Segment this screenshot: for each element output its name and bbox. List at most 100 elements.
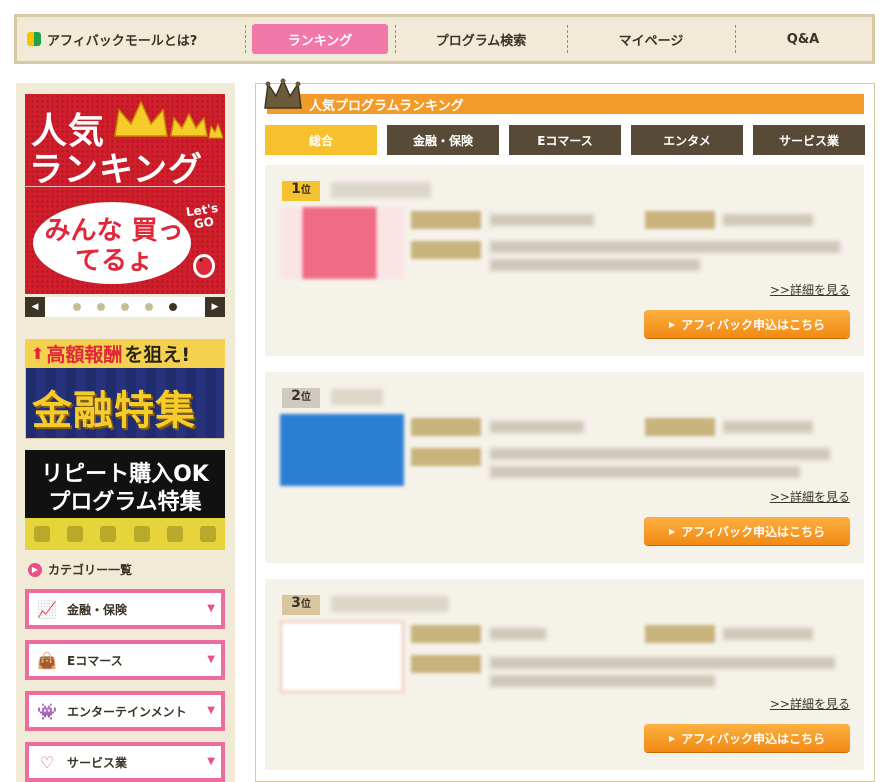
invader-icon: 👾 <box>37 701 57 721</box>
top-nav: アフィバックモールとは? ランキング プログラム検索 マイページ Q&A <box>14 14 875 64</box>
rank-badge: 3位 <box>282 595 320 615</box>
carousel-dot[interactable] <box>145 303 153 311</box>
program-name-blurred <box>331 596 449 612</box>
play-circle-icon: ▶ <box>28 562 42 577</box>
detail-link[interactable]: >>詳細を見る <box>770 281 850 298</box>
kinyu-sub-prefix: 高額報酬 <box>46 343 123 366</box>
info-label <box>411 241 481 259</box>
heart-icon: ♡ <box>39 752 55 772</box>
info-label <box>411 448 481 466</box>
program-name-blurred <box>331 182 431 198</box>
info-value <box>723 214 813 226</box>
nav-about[interactable]: アフィバックモールとは? <box>17 17 245 61</box>
bird-icon <box>193 254 215 278</box>
tab-finance[interactable]: 金融・保険 <box>387 125 499 155</box>
ranking-panel: 人気プログラムランキング 総合 金融・保険 Eコマース エンタメ サービス業 1… <box>255 78 875 782</box>
info-value <box>490 675 715 687</box>
tab-service[interactable]: サービス業 <box>753 125 865 155</box>
category-entertainment[interactable]: 👾 エンターテインメント ▼ <box>25 691 225 731</box>
category-heading-label: カテゴリー一覧 <box>48 563 133 577</box>
info-value <box>490 214 594 226</box>
kinyu-main-title: 金融特集 <box>32 388 196 434</box>
nav-ranking[interactable]: ランキング <box>245 17 395 61</box>
category-label: 金融・保険 <box>67 602 128 617</box>
info-value <box>490 628 546 640</box>
info-label <box>411 625 481 643</box>
nav-qa[interactable]: Q&A <box>735 17 871 61</box>
tab-ecommerce[interactable]: Eコマース <box>509 125 621 155</box>
ranking-card: 2位 >>詳細を見る ▶ アフィバック申込はこちら <box>265 372 864 563</box>
info-value <box>490 448 830 460</box>
rank-unit: 位 <box>300 185 311 196</box>
apply-button-label: アフィバック申込はこちら <box>681 524 825 539</box>
play-icon: ▶ <box>669 319 676 329</box>
rank-unit: 位 <box>300 392 311 403</box>
jar-icon <box>200 526 217 542</box>
repeat-banner-line2: プログラム特集 <box>48 490 202 515</box>
ranking-card: 1位 >>詳細を見る ▶ アフィバック申込はこちら <box>265 165 864 356</box>
ranking-heading-label: 人気プログラムランキング <box>309 98 464 114</box>
program-name-blurred <box>331 389 383 405</box>
product-icons-strip <box>25 518 225 550</box>
play-icon: ▶ <box>669 733 676 743</box>
apply-button-label: アフィバック申込はこちら <box>681 731 825 746</box>
nav-ranking-label: ランキング <box>252 24 388 54</box>
category-finance[interactable]: 📈 金融・保険 ▼ <box>25 589 225 629</box>
carousel-next-icon[interactable]: ▶ <box>205 297 225 317</box>
crown-icon <box>264 78 302 109</box>
carousel-dot[interactable] <box>97 303 105 311</box>
up-arrow-icon: ⬆ <box>31 343 45 363</box>
ranking-banner-line2: ランキング <box>29 150 203 190</box>
detail-link[interactable]: >>詳細を見る <box>770 695 850 712</box>
ranking-card: 3位 >>詳細を見る ▶ アフィバック申込はこちら <box>265 579 864 770</box>
nav-mypage[interactable]: マイページ <box>567 17 735 61</box>
kinyu-sub-suffix: を狙え! <box>124 343 191 366</box>
chevron-down-icon: ▼ <box>207 705 215 716</box>
shopping-bag-icon: 👜 <box>37 650 57 670</box>
carousel-dot[interactable] <box>169 303 177 311</box>
carousel-prev-icon[interactable]: ◀ <box>25 297 45 317</box>
crown-icon <box>113 96 223 140</box>
bag-icon <box>66 526 83 542</box>
program-thumbnail[interactable] <box>280 621 404 693</box>
rank-badge: 2位 <box>282 388 320 408</box>
info-label <box>411 655 481 673</box>
tab-entertainment[interactable]: エンタメ <box>631 125 743 155</box>
info-label <box>645 211 715 229</box>
chevron-down-icon: ▼ <box>207 603 215 614</box>
info-label <box>645 418 715 436</box>
chevron-down-icon: ▼ <box>207 756 215 767</box>
category-label: サービス業 <box>67 755 128 770</box>
info-value <box>490 259 700 271</box>
info-label <box>411 418 481 436</box>
tab-overall[interactable]: 総合 <box>265 125 377 155</box>
program-thumbnail[interactable] <box>280 207 404 279</box>
carousel-dots <box>73 303 177 311</box>
info-label <box>645 625 715 643</box>
shirt-icon <box>33 526 50 542</box>
rank-unit: 位 <box>300 599 311 610</box>
apply-button[interactable]: ▶ アフィバック申込はこちら <box>644 724 850 752</box>
info-value <box>490 421 584 433</box>
category-service[interactable]: ♡ サービス業 ▼ <box>25 742 225 782</box>
program-thumbnail[interactable] <box>280 414 404 486</box>
pants-icon <box>166 526 183 542</box>
carousel-dot[interactable] <box>73 303 81 311</box>
info-value <box>723 421 813 433</box>
carousel-dot[interactable] <box>121 303 129 311</box>
detail-link[interactable]: >>詳細を見る <box>770 488 850 505</box>
apply-button[interactable]: ▶ アフィバック申込はこちら <box>644 517 850 545</box>
category-label: エンターテインメント <box>67 704 187 719</box>
chevron-down-icon: ▼ <box>207 654 215 665</box>
ranking-banner[interactable]: 人気 ランキング みんな 買ってるょ Let's GO <box>25 94 225 294</box>
finance-feature-banner[interactable]: ⬆ 高額報酬 を狙え! 金融特集 <box>25 339 225 439</box>
category-ecommerce[interactable]: 👜 Eコマース ▼ <box>25 640 225 680</box>
info-value <box>723 628 813 640</box>
category-tabs: 総合 金融・保険 Eコマース エンタメ サービス業 <box>265 125 865 155</box>
repeat-program-banner[interactable]: リピート購入OK プログラム特集 <box>25 450 225 550</box>
banner-carousel: ◀ ▶ <box>25 297 225 317</box>
nav-program-search[interactable]: プログラム検索 <box>395 17 567 61</box>
apply-button[interactable]: ▶ アフィバック申込はこちら <box>644 310 850 338</box>
info-value <box>490 466 800 478</box>
rank-number: 2 <box>291 388 301 404</box>
